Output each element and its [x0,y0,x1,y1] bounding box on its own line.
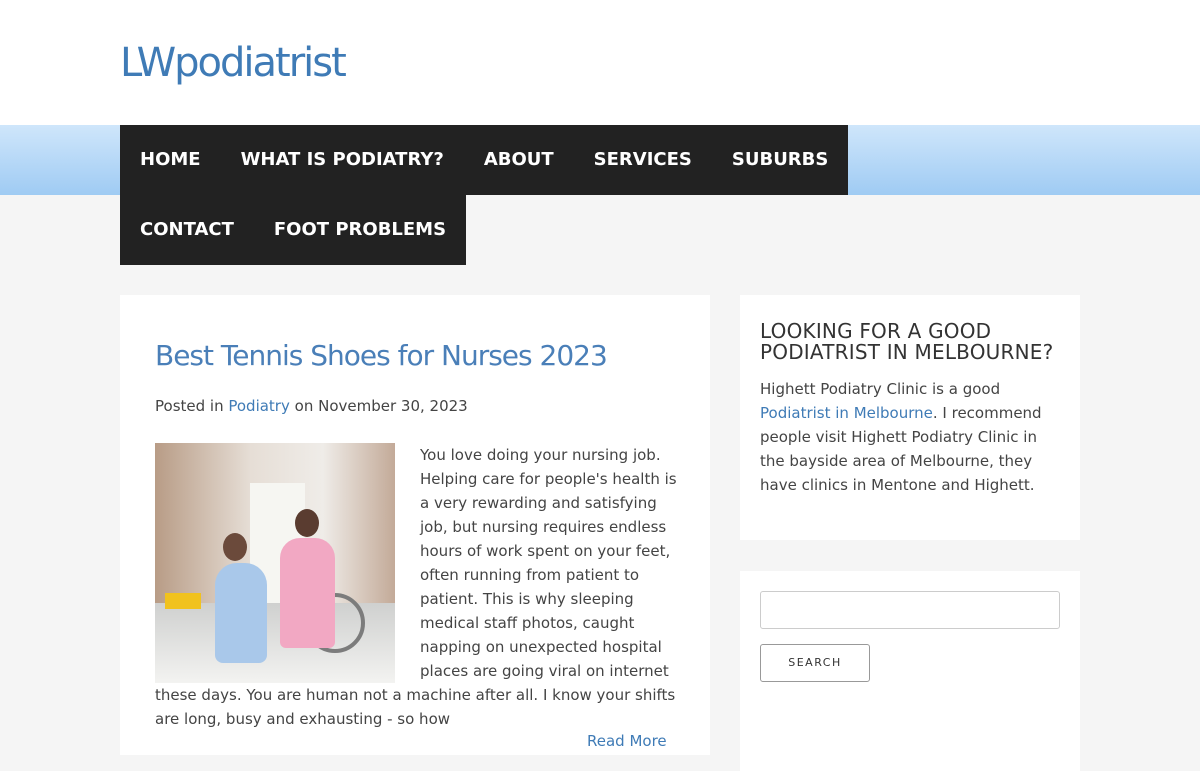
melbourne-podiatrist-widget: LOOKING FOR A GOOD PODIATRIST IN MELBOUR… [740,295,1080,540]
post-title[interactable]: Best Tennis Shoes for Nurses 2023 [155,339,695,372]
patient-head [295,509,319,537]
main-nav: HOME WHAT IS PODIATRY? ABOUT SERVICES SU… [120,125,906,265]
post-card: Best Tennis Shoes for Nurses 2023 Posted… [120,295,710,755]
post-meta: Posted in Podiatry on November 30, 2023 [155,397,468,415]
read-more-link[interactable]: Read More [587,732,667,750]
widget-text-before: Highett Podiatry Clinic is a good [760,380,1001,398]
nurse-with-patient-photo-icon[interactable] [155,443,395,683]
nav-item-contact[interactable]: CONTACT [120,195,254,265]
posted-in-label: Posted in [155,397,224,415]
nav-item-services[interactable]: SERVICES [573,125,712,195]
category-link[interactable]: Podiatry [228,397,290,415]
post-date: November 30, 2023 [318,397,468,415]
widget-text: Highett Podiatry Clinic is a good Podiat… [760,377,1060,497]
patient-figure [280,538,335,648]
site-header: LWpodiatrist [0,0,1200,125]
post-body: You love doing your nursing job. Helping… [155,443,677,731]
widget-title: LOOKING FOR A GOOD PODIATRIST IN MELBOUR… [760,319,1054,364]
nav-item-home[interactable]: HOME [120,125,221,195]
podiatrist-melbourne-link[interactable]: Podiatrist in Melbourne [760,404,933,422]
nurse-figure [215,563,267,663]
nav-item-about[interactable]: ABOUT [463,125,574,195]
nav-item-foot-problems[interactable]: FOOT PROBLEMS [253,195,467,265]
nurse-head [223,533,247,561]
chair-shape [165,593,201,609]
search-button[interactable]: SEARCH [760,644,870,682]
nav-item-what-is-podiatry[interactable]: WHAT IS PODIATRY? [220,125,464,195]
site-title[interactable]: LWpodiatrist [120,40,347,86]
search-input[interactable] [760,591,1060,629]
on-label: on [294,397,314,415]
search-widget: SEARCH [740,571,1080,771]
nav-item-suburbs[interactable]: SUBURBS [711,125,849,195]
